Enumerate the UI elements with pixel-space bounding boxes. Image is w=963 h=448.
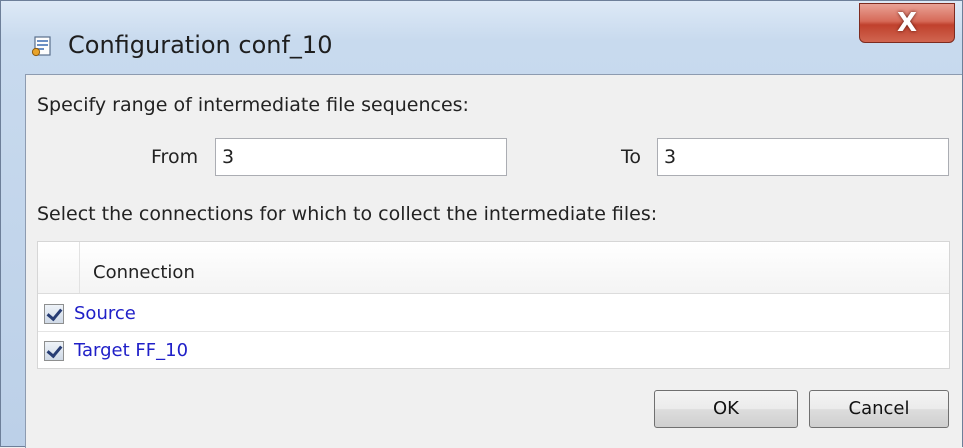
row-checkbox[interactable] [44,341,64,361]
config-dialog-icon [31,36,51,57]
connections-label: Select the connections for which to coll… [37,203,658,225]
dialog-window: Configuration conf_10 X Specify range of… [0,0,963,448]
table-header: Connection [38,242,949,294]
from-label: From [151,146,199,168]
row-checkbox[interactable] [44,304,64,324]
to-label: To [621,146,642,168]
connection-name[interactable]: Target FF_10 [74,340,188,361]
checkbox-column-header[interactable] [38,242,80,293]
range-label: Specify range of intermediate file seque… [37,94,469,116]
table-row[interactable]: Target FF_10 [38,334,949,369]
connections-table: Connection Source Target FF_10 [37,241,950,369]
ok-button[interactable]: OK [654,390,798,428]
connection-name[interactable]: Source [74,303,136,324]
cancel-button[interactable]: Cancel [809,390,949,428]
column-header-connection[interactable]: Connection [93,262,195,283]
table-row[interactable]: Source [38,297,949,332]
window-title: Configuration conf_10 [68,31,333,59]
close-button[interactable]: X [859,3,955,43]
to-input[interactable]: 3 [657,138,949,176]
from-input[interactable]: 3 [215,138,507,176]
close-icon: X [896,8,918,38]
